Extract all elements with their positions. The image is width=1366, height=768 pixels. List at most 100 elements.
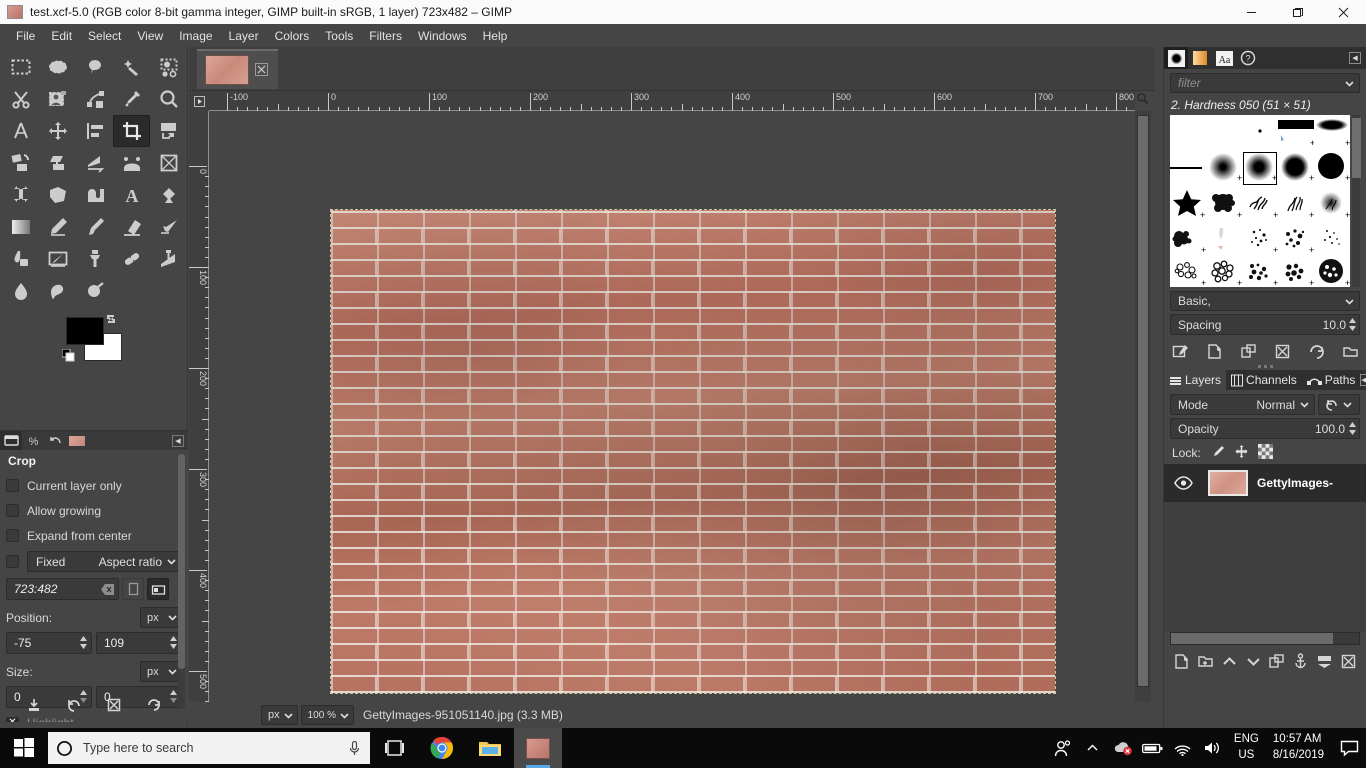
tool-gradient[interactable] xyxy=(2,211,39,243)
delete-tool-preset-button[interactable] xyxy=(104,695,124,715)
checkbox-current-layer-only[interactable] xyxy=(6,479,19,492)
tool-mypaint-brush[interactable] xyxy=(39,243,76,275)
position-unit-dropdown[interactable]: px xyxy=(140,607,182,628)
tool-warp-transform[interactable] xyxy=(76,179,113,211)
brush-cell-block-bar[interactable]: + xyxy=(1278,115,1314,151)
maximize-button[interactable] xyxy=(1274,0,1320,24)
layer-composite-mode-button[interactable] xyxy=(1318,394,1360,415)
size-unit-dropdown[interactable]: px xyxy=(140,661,182,682)
volume-icon[interactable] xyxy=(1198,728,1228,768)
tab-undo-history[interactable] xyxy=(44,431,66,451)
menu-layer[interactable]: Layer xyxy=(221,26,267,46)
menu-filters[interactable]: Filters xyxy=(361,26,410,46)
tool-handle-transform[interactable] xyxy=(113,147,150,179)
menu-tools[interactable]: Tools xyxy=(317,26,361,46)
layer-mode-dropdown[interactable]: Mode Normal xyxy=(1170,394,1315,415)
delete-layer-button[interactable] xyxy=(1338,651,1359,672)
brush-cell-bristles-02[interactable]: + xyxy=(1314,186,1350,222)
horizontal-ruler[interactable]: -100 0 100 200 300 400 500 600 700 800 xyxy=(209,91,1135,111)
gimp-button[interactable] xyxy=(514,728,562,768)
tool-flip[interactable] xyxy=(2,179,39,211)
tool-fuzzy-select[interactable] xyxy=(113,51,150,83)
brush-cell-texture-03[interactable]: + xyxy=(1242,257,1278,287)
start-button[interactable] xyxy=(0,728,48,768)
menu-windows[interactable]: Windows xyxy=(410,26,475,46)
brush-cell-bristles-01[interactable]: + xyxy=(1278,186,1314,222)
fixed-mode-dropdown[interactable]: Fixed Aspect ratio xyxy=(27,551,182,572)
tool-bucket-fill[interactable] xyxy=(150,179,187,211)
clear-icon[interactable] xyxy=(101,583,114,595)
tool-scissors-select[interactable] xyxy=(2,83,39,115)
chevron-down-icon[interactable] xyxy=(1344,78,1355,89)
open-brush-as-image-button[interactable] xyxy=(1340,341,1360,361)
brush-cell-texture-04[interactable]: + xyxy=(1278,257,1314,287)
tool-ink[interactable] xyxy=(2,243,39,275)
new-layer-button[interactable] xyxy=(1171,651,1192,672)
brush-cell-sparks-03[interactable] xyxy=(1314,222,1350,258)
landscape-button[interactable] xyxy=(147,578,169,600)
tool-perspective-clone[interactable] xyxy=(150,243,187,275)
tab-gradients[interactable] xyxy=(1188,47,1212,69)
brush-cell-sparks-02[interactable]: + xyxy=(1278,222,1314,258)
tool-rectangle-select[interactable] xyxy=(2,51,39,83)
tool-color-picker[interactable] xyxy=(113,83,150,115)
tab-tool-options[interactable] xyxy=(0,430,22,451)
brush-cell-texture-05[interactable]: + xyxy=(1314,257,1350,287)
tool-free-select[interactable] xyxy=(76,51,113,83)
brush-spacing-slider[interactable]: Spacing 10.0 xyxy=(1170,314,1360,335)
brush-cell-texture-01[interactable]: + xyxy=(1170,257,1206,287)
checkbox-fixed[interactable] xyxy=(6,555,19,568)
tab-layers[interactable]: Layers xyxy=(1164,370,1227,390)
tab-device-status[interactable]: % xyxy=(22,431,44,451)
tab-brushes[interactable] xyxy=(1164,47,1188,69)
merge-down-button[interactable] xyxy=(1314,651,1335,672)
people-icon[interactable] xyxy=(1048,728,1078,768)
duplicate-layer-button[interactable] xyxy=(1266,651,1287,672)
vertical-ruler[interactable]: 0 100 200 300 400 500 xyxy=(189,111,209,711)
google-chrome-button[interactable] xyxy=(418,728,466,768)
tool-scale[interactable] xyxy=(2,147,39,179)
spinner-arrows-icon[interactable] xyxy=(1348,317,1357,332)
image-tab[interactable] xyxy=(197,48,278,89)
minimize-button[interactable] xyxy=(1228,0,1274,24)
brush-cell-acrylic-01[interactable]: + xyxy=(1206,186,1242,222)
save-tool-preset-button[interactable] xyxy=(24,695,44,715)
brush-cell-sparks-01[interactable]: + xyxy=(1242,222,1278,258)
show-hidden-icons-chevron[interactable] xyxy=(1078,728,1108,768)
menu-help[interactable]: Help xyxy=(475,26,516,46)
reset-colors-icon[interactable] xyxy=(61,348,75,362)
search-input[interactable]: Type here to search xyxy=(48,732,370,764)
tool-paths[interactable] xyxy=(76,83,113,115)
tool-pencil[interactable] xyxy=(39,211,76,243)
vertical-scrollbar[interactable] xyxy=(1135,111,1151,711)
brush-cell-soft-ellipse[interactable]: + xyxy=(1314,115,1350,151)
tool-options-scrollbar[interactable] xyxy=(178,454,185,709)
tool-heal[interactable] xyxy=(113,243,150,275)
brush-cell-hard-line[interactable] xyxy=(1170,151,1206,187)
tool-eraser[interactable] xyxy=(113,211,150,243)
layer-item[interactable]: GettyImages- xyxy=(1164,464,1366,502)
tool-paintbrush[interactable] xyxy=(76,211,113,243)
tool-alignment[interactable] xyxy=(76,115,113,147)
tool-zoom[interactable] xyxy=(150,83,187,115)
ruler-menu-button[interactable] xyxy=(189,91,209,111)
menu-view[interactable]: View xyxy=(129,26,171,46)
tab-channels[interactable]: Channels xyxy=(1226,370,1302,390)
brush-cell-chalk-01[interactable]: + xyxy=(1170,222,1206,258)
brick-wall-image[interactable] xyxy=(330,209,1056,694)
checkbox-allow-growing[interactable] xyxy=(6,504,19,517)
brush-tag-dropdown[interactable]: Basic, xyxy=(1170,291,1360,311)
tool-select-by-color[interactable] xyxy=(150,51,187,83)
brush-cell-smoke[interactable] xyxy=(1206,222,1242,258)
lock-alpha-icon[interactable] xyxy=(1257,444,1273,462)
clock[interactable]: 10:57 AM 8/16/2019 xyxy=(1265,728,1332,768)
restore-tool-preset-button[interactable] xyxy=(64,695,84,715)
raise-layer-button[interactable] xyxy=(1219,651,1240,672)
tool-clone[interactable] xyxy=(76,243,113,275)
duplicate-brush-button[interactable] xyxy=(1238,341,1258,361)
menu-image[interactable]: Image xyxy=(171,26,220,46)
layer-opacity-slider[interactable]: Opacity 100.0 xyxy=(1170,418,1360,439)
close-button[interactable] xyxy=(1320,0,1366,24)
tab-images[interactable] xyxy=(66,431,88,451)
dock-collapse-button[interactable]: ◀ xyxy=(172,434,184,447)
